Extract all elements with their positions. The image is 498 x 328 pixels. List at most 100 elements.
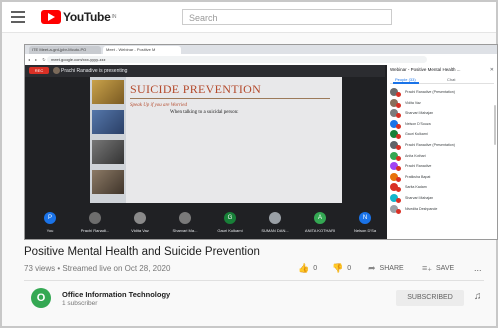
participant-name: Nelson D'Souza <box>405 121 431 126</box>
participant-name: SUMAN DAN... <box>261 228 289 233</box>
participant-row[interactable]: Vidita Vaz <box>387 98 497 109</box>
slide-divider <box>130 98 330 99</box>
participant-row[interactable]: Prachi Ranadive <box>387 161 497 172</box>
dislike-button[interactable]: 👎 0 <box>332 263 351 274</box>
participant-name: Nivedita Deshpande <box>405 206 438 211</box>
participant-row[interactable]: Anita Kothari <box>387 151 497 162</box>
participant-avatar <box>89 212 101 224</box>
mic-off-icon <box>396 134 401 140</box>
share-button[interactable]: ➦ SHARE <box>368 263 404 274</box>
slide-photo <box>92 170 124 194</box>
participant-tile[interactable]: Vidita Vaz <box>119 211 161 237</box>
youtube-play-icon <box>41 10 61 24</box>
slide-photo <box>92 140 124 164</box>
participant-name: Gauri Kulkarni <box>405 132 428 137</box>
share-label: SHARE <box>379 265 404 272</box>
participant-tile[interactable]: SUMAN DAN... <box>254 211 296 237</box>
participant-name: Gauri Kulkarni <box>217 228 243 233</box>
participant-tile[interactable]: N Nelson D'Sa <box>344 211 386 237</box>
participant-name: Sharvari Mahajan <box>405 195 434 200</box>
participant-row[interactable]: Sharvari Mahajan <box>387 193 497 204</box>
youtube-logo[interactable]: YouTube IN <box>41 10 116 24</box>
browser-tab[interactable]: ITE Meet-a-grd-jpbr-Mcuto-PO <box>29 46 101 54</box>
participant-row[interactable]: Nivedita Deshpande <box>387 204 497 215</box>
participant-avatar: P <box>44 212 56 224</box>
participant-avatar <box>269 212 281 224</box>
browser-nav-icons: ◂ ▸ ↻ <box>28 57 48 62</box>
browser-tab-active[interactable]: Meet - Webinar - Positive M <box>103 46 181 54</box>
address-bar: ◂ ▸ ↻ meet.google.com/xxx-yyyy-zzz <box>25 54 497 65</box>
recording-badge: REC <box>29 67 49 74</box>
hamburger-menu-icon[interactable] <box>11 11 25 23</box>
more-actions-button[interactable]: ... <box>474 263 482 273</box>
participant-tile[interactable]: Prachi Ranadi... <box>74 211 116 237</box>
mic-off-icon <box>396 92 401 97</box>
mic-off-icon <box>396 102 401 108</box>
search-input[interactable]: Search <box>182 9 392 25</box>
participant-name: Sharvari Ma... <box>172 228 198 233</box>
slide-title: SUICIDE PREVENTION <box>130 82 262 96</box>
participant-row[interactable]: Sarita Kadam <box>387 182 497 193</box>
presenter-label: Prachi Ranadive is presenting <box>61 68 128 74</box>
panel-scrollbar[interactable] <box>494 105 496 145</box>
participant-name: Vidita Vaz <box>131 228 149 233</box>
participant-name: Prachi Ranadive <box>405 164 432 169</box>
youtube-logo-region: IN <box>111 14 117 20</box>
like-button[interactable]: 👍 0 <box>298 263 317 274</box>
participant-tiles: P You Prachi Ranadi... Vidita Vaz Sharvari M… <box>25 208 385 239</box>
video-meta: 73 views • Streamed live on Oct 28, 2020 <box>24 264 171 273</box>
participant-row[interactable]: Sharvari Mahajan <box>387 108 497 119</box>
participant-name: You <box>46 228 54 233</box>
subscriber-count: 1 subscriber <box>62 300 98 307</box>
slide-subtitle: Speak Up if you are Worried <box>130 103 187 108</box>
participant-name: Vidita Vaz <box>405 100 421 105</box>
participant-row[interactable]: Prachi Ranadive (Presentation) <box>387 140 497 151</box>
slide-body: When talking to a suicidal person: <box>170 110 239 115</box>
participant-name: Sarita Kadam <box>405 185 427 190</box>
participant-tile[interactable]: P You <box>29 211 71 237</box>
tab-chat[interactable]: Chat <box>447 77 455 82</box>
youtube-logo-text: YouTube <box>63 10 111 24</box>
participant-avatar: N <box>359 212 371 224</box>
save-button[interactable]: ≡₊ SAVE <box>422 263 454 274</box>
close-icon[interactable]: ✕ <box>490 67 494 73</box>
participant-tile[interactable]: A ANITA KOTHARI <box>299 211 341 237</box>
participant-avatar: G <box>224 212 236 224</box>
meet-presentation-bar: REC Prachi Ranadive is presenting <box>25 65 385 77</box>
video-player[interactable]: ITE Meet-a-grd-jpbr-Mcuto-PO Meet - Webi… <box>24 44 498 240</box>
mic-off-icon <box>396 208 401 214</box>
thumbs-down-icon: 👎 <box>332 263 344 273</box>
bell-icon[interactable]: ♫ <box>474 291 482 302</box>
browser-chrome: ITE Meet-a-grd-jpbr-Mcuto-PO Meet - Webi… <box>25 45 497 65</box>
participant-tile[interactable]: Sharvari Ma... <box>164 211 206 237</box>
participant-tile[interactable]: G Gauri Kulkarni <box>209 211 251 237</box>
participant-row[interactable]: Prachi Ranadive (Presentation) <box>387 87 497 98</box>
slide-photo <box>92 80 124 104</box>
mic-off-icon <box>396 155 401 161</box>
mic-off-icon <box>396 176 401 182</box>
participant-avatar <box>179 212 191 224</box>
mic-off-icon <box>396 123 401 129</box>
presentation-slide: SUICIDE PREVENTION Speak Up if you are W… <box>90 77 342 203</box>
participant-list: Prachi Ranadive (Presentation) Vidita Vaz… <box>387 87 497 214</box>
dislike-count: 0 <box>347 265 352 272</box>
participant-row[interactable]: Nelson D'Souza <box>387 119 497 130</box>
slide-photo-strip <box>90 77 126 203</box>
participant-row[interactable]: Gauri Kulkarni <box>387 129 497 140</box>
participant-avatar: A <box>314 212 326 224</box>
channel-avatar[interactable]: O <box>31 288 51 308</box>
subscribed-button[interactable]: SUBSCRIBED <box>396 290 464 306</box>
participant-name: Prachi Ranadi... <box>80 228 110 233</box>
participant-row[interactable]: Pratiksha Bapat <box>387 172 497 183</box>
channel-name[interactable]: Office Information Technology <box>62 290 170 299</box>
like-count: 0 <box>313 265 318 272</box>
participant-name: ANITA KOTHARI <box>304 228 336 233</box>
mic-off-icon <box>396 144 401 150</box>
participant-name: Pratiksha Bapat <box>405 174 431 179</box>
slide-photo <box>92 110 124 134</box>
participant-name: Prachi Ranadive (Presentation) <box>405 90 455 94</box>
url-field[interactable]: meet.google.com/xxx-yyyy-zzz <box>47 56 427 63</box>
tab-active-indicator <box>393 82 419 84</box>
youtube-header: YouTube IN Search <box>2 2 496 33</box>
mic-off-icon <box>396 197 401 203</box>
